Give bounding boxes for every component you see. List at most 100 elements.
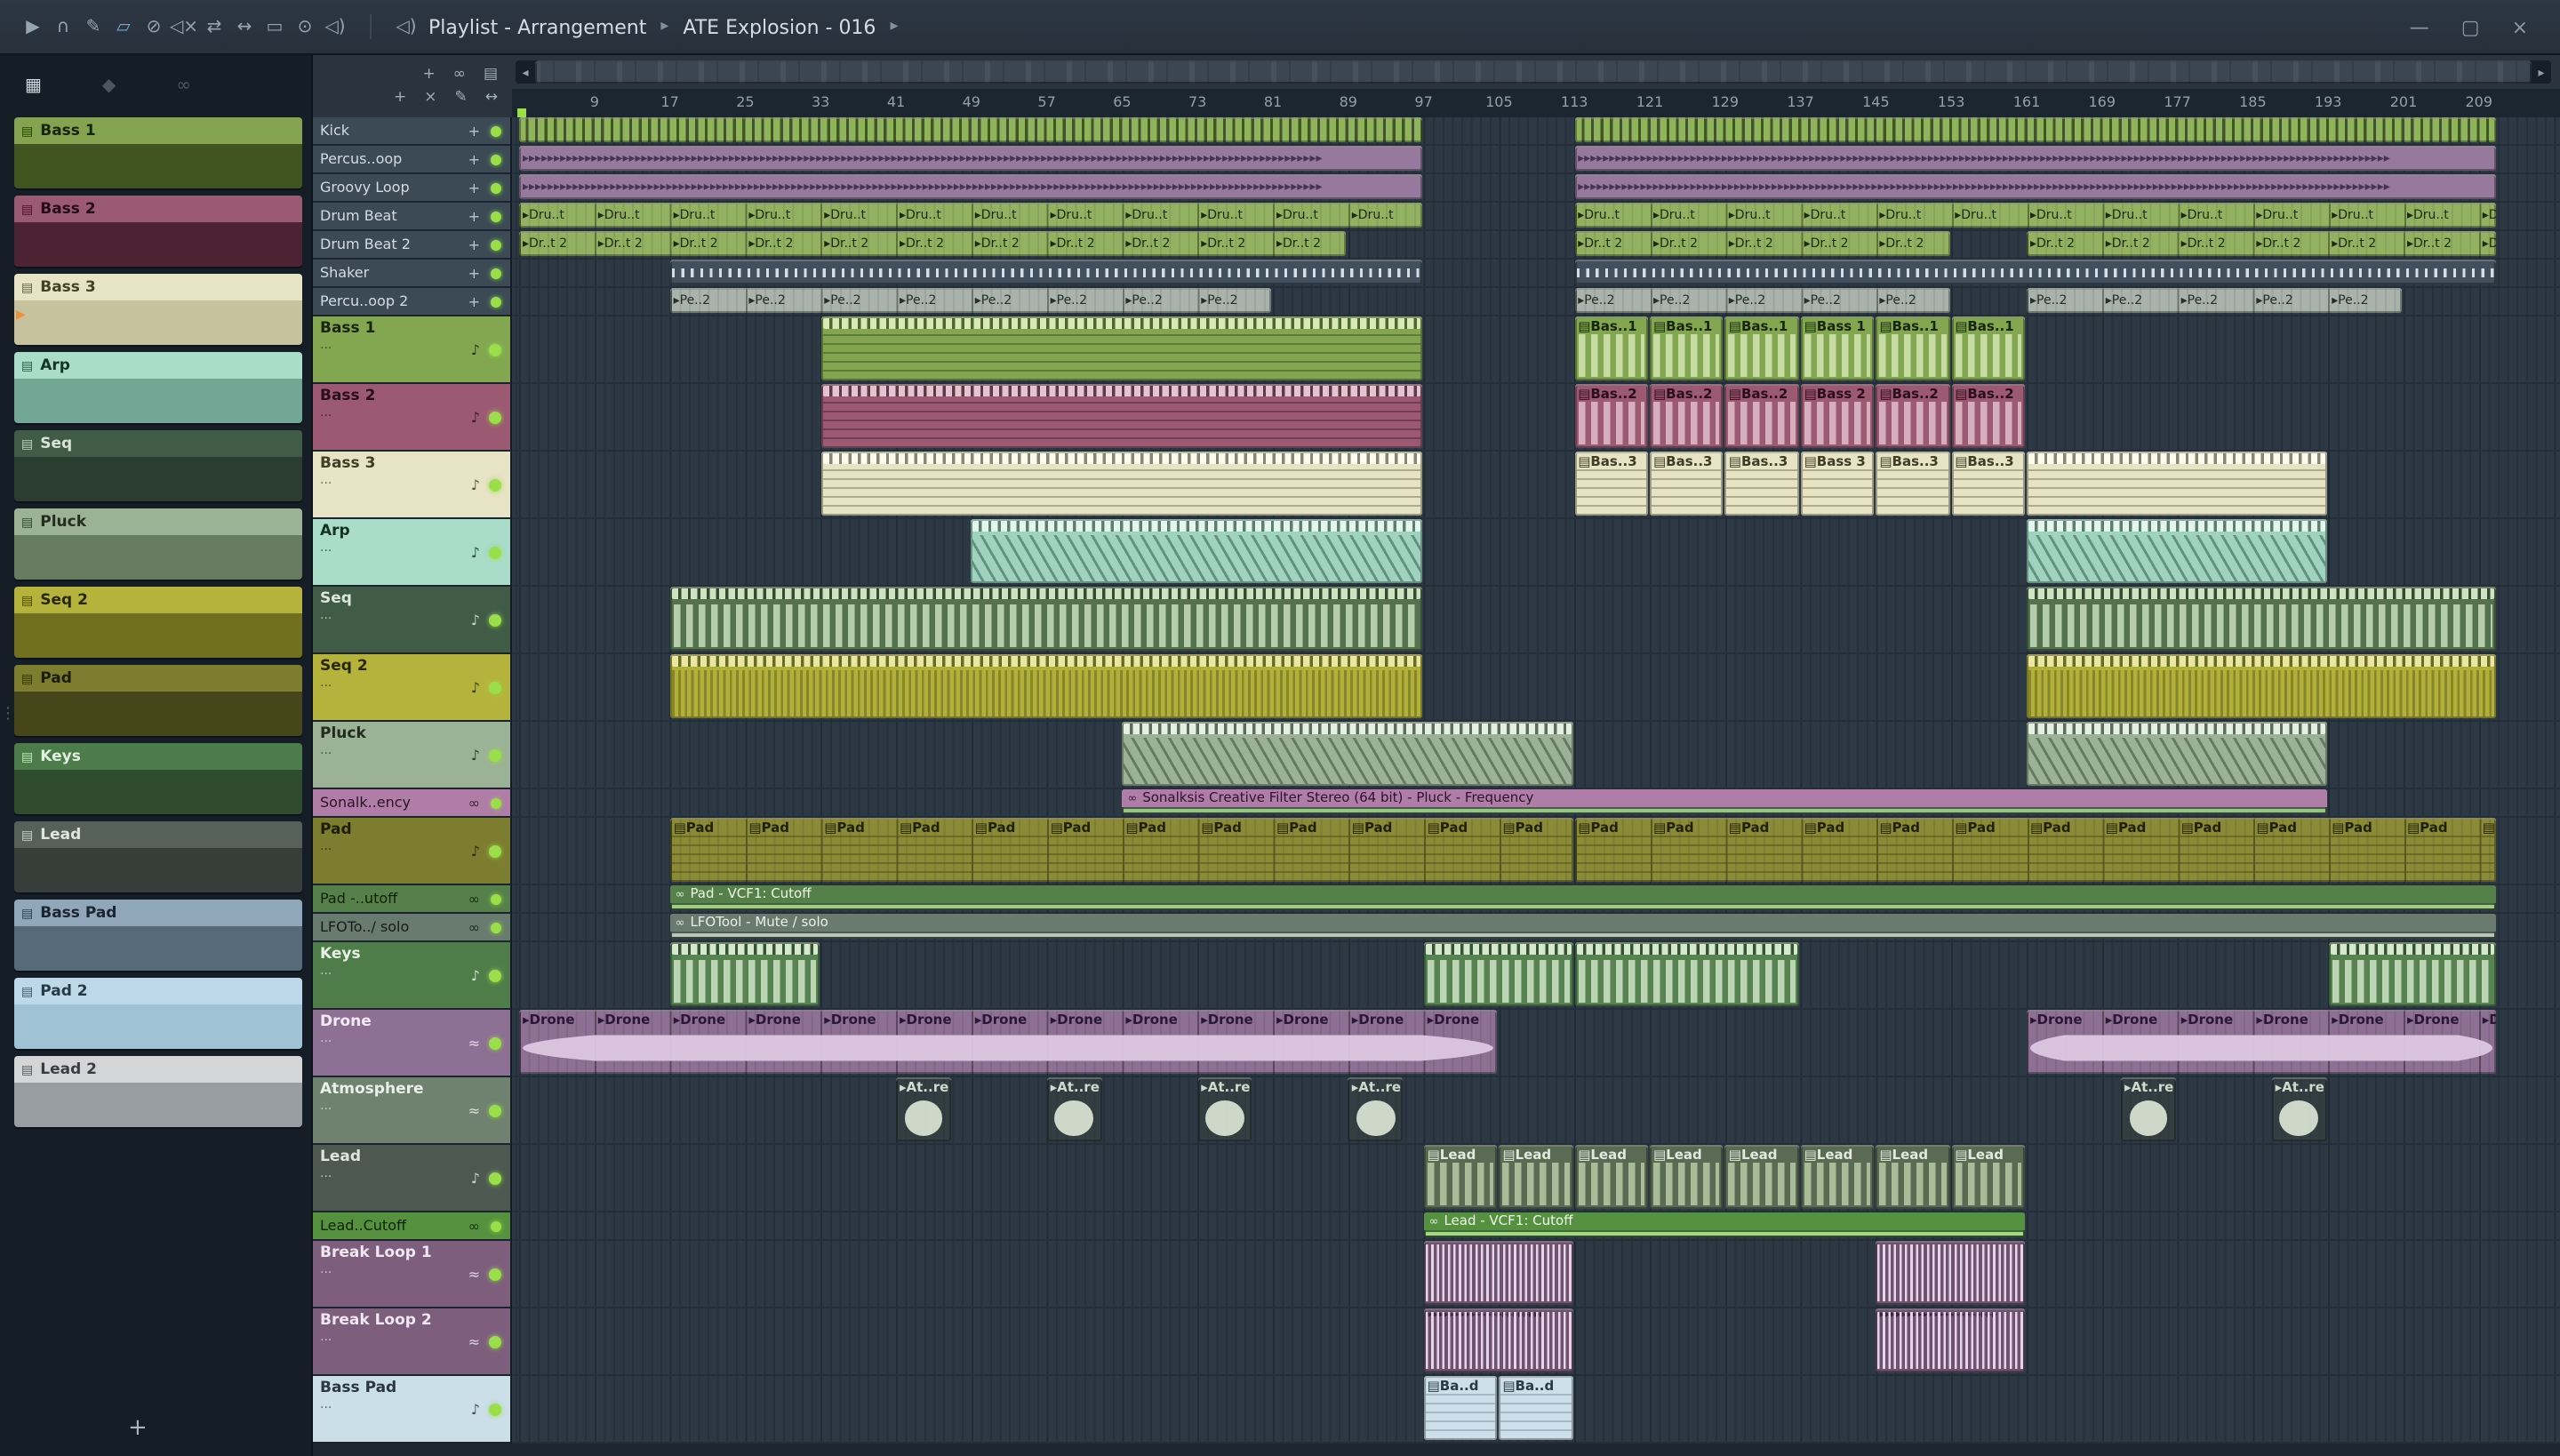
clip-lead[interactable]: ▤Lead xyxy=(1724,1145,1799,1209)
clip-bass-1[interactable] xyxy=(820,316,1422,380)
picker-item-pad[interactable]: ▤ Pad xyxy=(14,665,302,736)
clip-bass-3[interactable]: ▤Bas..3 xyxy=(1724,452,1799,516)
mute-led[interactable] xyxy=(491,154,501,164)
clip-arp[interactable] xyxy=(971,519,1422,583)
clip-bass-3[interactable]: ▤Bas..3 xyxy=(1951,452,2025,516)
clip-kick[interactable] xyxy=(519,117,1422,142)
clip-atmosphere[interactable]: ▸At..re xyxy=(2121,1077,2176,1141)
clip-bass-1[interactable]: ▤Bas..1 xyxy=(1951,316,2025,380)
clip-bass-2[interactable]: ▤Bass 2 xyxy=(1800,384,1875,448)
track-header-seq-2[interactable]: Seq 2... ♪ xyxy=(313,654,512,722)
clip-break-loop-2[interactable]: ▸▸▸▸▸▸▸▸▸▸▸▸▸▸▸▸▸▸▸▸▸▸ xyxy=(1423,1308,1573,1372)
lane-drone[interactable]: ▸Drone ▸Drone ▸Drone ▸Drone ▸Drone ▸Drone ▸Dro… xyxy=(512,1010,2560,1077)
mute-led[interactable] xyxy=(489,1403,501,1415)
mute-led[interactable] xyxy=(489,411,501,423)
wave-icon[interactable]: ≈ xyxy=(468,1333,480,1349)
speaker-mute-icon[interactable]: ◁× xyxy=(169,0,199,54)
link-icon[interactable]: ∞ xyxy=(468,1218,480,1234)
scrollbar-thumb[interactable] xyxy=(535,60,2532,84)
clip-bass-1[interactable]: ▤Bass 1 xyxy=(1800,316,1875,380)
clip-atmosphere[interactable]: ▸At..re xyxy=(896,1077,951,1141)
clip-seq[interactable] xyxy=(2027,587,2496,651)
mute-led[interactable] xyxy=(489,546,501,558)
clip-break-loop-2[interactable]: ▸▸▸▸▸▸▸▸▸▸▸▸▸▸▸▸▸▸▸▸▸▸ xyxy=(1876,1308,2025,1372)
clip-seq-2[interactable] xyxy=(669,654,1422,718)
track-header-lead[interactable]: Lead... ♪ xyxy=(313,1145,512,1212)
picker-item-bass-3[interactable]: ▤ Bass 3 ▶ xyxy=(14,274,302,345)
lane-sonalk-ency[interactable]: ∞ Sonalksis Creative Filter Stereo (64 bi… xyxy=(512,789,2560,818)
clip-keys[interactable] xyxy=(2328,942,2496,1006)
mute-led[interactable] xyxy=(491,922,501,932)
clip-bass-pad[interactable]: ▤Ba..d xyxy=(1499,1376,1573,1440)
track-header-lfoto-solo[interactable]: LFOTo../ solo ∞ xyxy=(313,914,512,942)
note-icon[interactable]: ♪ xyxy=(471,679,480,695)
clip-pluck[interactable] xyxy=(1122,722,1573,786)
picker-item-bass-2[interactable]: ▤ Bass 2 xyxy=(14,196,302,267)
clip-drum-beat-2[interactable]: ▸Dr..t 2 ▸Dr..t 2 ▸Dr..t 2 ▸Dr..t 2 ▸Dr..t 2… xyxy=(2027,231,2496,256)
lane-lead[interactable]: ▤Lead ▤Lead ▤Lead ▤Lead ▤Lead ▤Lead ▤Lead ▤Lead xyxy=(512,1145,2560,1212)
clip-lead[interactable]: ▤Lead xyxy=(1951,1145,2025,1209)
scroll-right-icon[interactable]: ▸ xyxy=(2532,60,2551,84)
note-icon[interactable]: ♪ xyxy=(471,476,480,492)
mute-led[interactable] xyxy=(491,211,501,221)
track-header-bass-pad[interactable]: Bass Pad... ♪ xyxy=(313,1376,512,1444)
pencil-icon[interactable]: ✎ xyxy=(78,0,108,54)
clip-pad-utoff[interactable]: ∞ Pad - VCF1: Cutoff xyxy=(669,885,2496,910)
move-icon[interactable]: + xyxy=(468,236,480,252)
track-header-atmosphere[interactable]: Atmosphere... ≈ xyxy=(313,1077,512,1145)
clip-break-loop-1[interactable] xyxy=(1876,1241,2025,1305)
lane-percu-oop-2[interactable]: ▸Pe..2 ▸Pe..2 ▸Pe..2 ▸Pe..2 ▸Pe..2 ▸Pe..2 ▸Pe.… xyxy=(512,288,2560,316)
mute-led[interactable] xyxy=(489,1172,501,1184)
clip-groovy-loop[interactable]: ▸▸▸▸▸▸▸▸▸▸▸▸▸▸▸▸▸▸▸▸▸▸▸▸▸▸▸▸▸▸▸▸▸▸▸▸▸▸▸▸… xyxy=(519,174,1422,199)
clip-break-loop-1[interactable] xyxy=(1423,1241,1573,1305)
marquee-icon[interactable]: ▭ xyxy=(260,0,290,54)
clip-shaker[interactable] xyxy=(669,260,1422,284)
clip-bass-3[interactable]: ▤Bas..3 xyxy=(1650,452,1724,516)
clip-lead[interactable]: ▤Lead xyxy=(1650,1145,1724,1209)
move-icon[interactable]: + xyxy=(468,180,480,196)
mute-led[interactable] xyxy=(491,182,501,193)
clip-bass-2[interactable]: ▤Bas..2 xyxy=(1574,384,1648,448)
link-icon[interactable]: ∞ xyxy=(468,891,480,907)
grid-icon[interactable]: ▤ xyxy=(484,66,498,84)
clip-drone[interactable]: ▸Drone ▸Drone ▸Drone ▸Drone ▸Drone ▸Drone ▸Dro… xyxy=(2027,1010,2496,1074)
mute-led[interactable] xyxy=(489,1036,501,1049)
play-icon[interactable]: ▶ xyxy=(18,0,48,54)
clip-bass-2[interactable]: ▤Bas..2 xyxy=(1876,384,1950,448)
clip-arp[interactable] xyxy=(2027,519,2327,583)
clip-lfoto-solo[interactable]: ∞ LFOTool - Mute / solo xyxy=(669,914,2496,939)
picker-item-lead[interactable]: ▤ Lead xyxy=(14,821,302,892)
mute-led[interactable] xyxy=(489,1335,501,1348)
lane-pad-utoff[interactable]: ∞ Pad - VCF1: Cutoff xyxy=(512,885,2560,914)
zoom-icon[interactable]: ⊙ xyxy=(290,0,320,54)
note-icon[interactable]: ♪ xyxy=(471,612,480,628)
delete-icon[interactable]: × xyxy=(424,89,436,107)
mute-led[interactable] xyxy=(489,478,501,491)
slide-icon[interactable]: ∞ xyxy=(453,66,466,84)
ruler[interactable]: 9 17 25 33 41 49 57 65 73 81 89 97 105 113 121 129 137 14… xyxy=(512,89,2560,117)
mute-led[interactable] xyxy=(489,613,501,626)
clip-bass-3[interactable]: ▤Bas..3 xyxy=(1876,452,1950,516)
note-icon[interactable]: ♪ xyxy=(471,341,480,357)
lane-arp[interactable] xyxy=(512,519,2560,587)
paint-icon[interactable]: ▱ xyxy=(108,0,139,54)
lane-seq-2[interactable] xyxy=(512,654,2560,722)
mute-led[interactable] xyxy=(489,1268,501,1280)
lane-bass-1[interactable]: ▤Bas..1 ▤Bas..1 ▤Bas..1 ▤Bass 1 ▤Bas..1 ▤Bas.… xyxy=(512,316,2560,384)
diamond-icon[interactable]: ◆ xyxy=(102,76,116,96)
track-header-bass-1[interactable]: Bass 1... ♪ xyxy=(313,316,512,384)
lane-pluck[interactable] xyxy=(512,722,2560,789)
track-header-pad[interactable]: Pad... ♪ xyxy=(313,818,512,885)
clip-lead[interactable]: ▤Lead xyxy=(1499,1145,1573,1209)
clip-keys[interactable] xyxy=(669,942,820,1006)
clip-pad[interactable]: ▤Pad ▤Pad ▤Pad ▤Pad ▤Pad ▤Pad ▤Pad ▤Pad ▤Pad ▤Pad… xyxy=(669,818,1573,882)
track-header-drone[interactable]: Drone... ≈ xyxy=(313,1010,512,1077)
clip-seq[interactable] xyxy=(669,587,1422,651)
clip-bass-2[interactable]: ▤Bas..2 xyxy=(1724,384,1799,448)
lane-keys[interactable] xyxy=(512,942,2560,1010)
track-header-break-loop-1[interactable]: Break Loop 1... ≈ xyxy=(313,1241,512,1308)
add-icon[interactable]: + xyxy=(394,89,406,107)
move-icon[interactable]: + xyxy=(468,265,480,281)
wave-icon[interactable]: ≈ xyxy=(468,1035,480,1051)
track-header-kick[interactable]: Kick + xyxy=(313,117,512,146)
